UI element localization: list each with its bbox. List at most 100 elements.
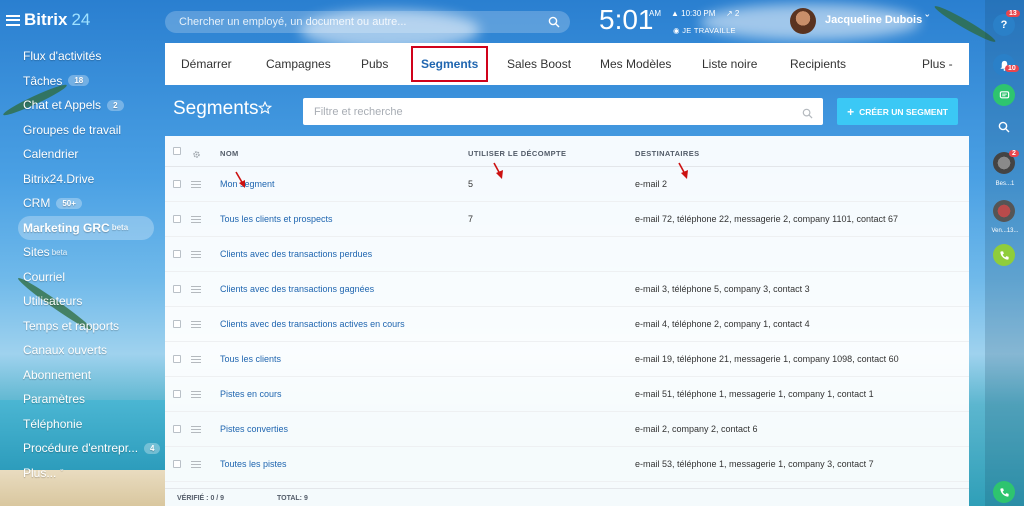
sidebar-item-label: Courriel [23, 269, 66, 284]
row-checkbox[interactable] [173, 320, 181, 328]
row-checkbox[interactable] [173, 285, 181, 293]
row-checkbox[interactable] [173, 215, 181, 223]
help-button[interactable]: ? [993, 14, 1015, 36]
drag-handle-icon[interactable] [191, 391, 201, 398]
table-row[interactable]: Pistes en cours e-mail 51, téléphone 1, … [165, 377, 969, 412]
sidebar-item-users[interactable]: Utilisateurs [0, 289, 160, 314]
gear-icon[interactable] [192, 146, 201, 164]
select-all-checkbox[interactable] [173, 147, 181, 155]
sidebar-item-label: Abonnement [23, 367, 92, 382]
table-row[interactable]: Clients avec des transactions actives en… [165, 307, 969, 342]
segment-name-link[interactable]: Clients avec des transactions perdues [220, 249, 372, 259]
sidebar-item-label: Calendrier [23, 147, 79, 162]
segment-recipients: e-mail 3, téléphone 5, company 3, contac… [635, 284, 810, 294]
sidebar-item-chat[interactable]: Chat et Appels 2 [0, 93, 160, 118]
chat-button[interactable] [993, 84, 1015, 106]
segment-name-link[interactable]: Toutes les pistes [220, 459, 287, 469]
sidebar-item-label: Temps et rapports [23, 318, 120, 333]
filter-search[interactable] [303, 98, 823, 125]
tab-campaigns[interactable]: Campagnes [266, 43, 331, 85]
sidebar-item-telephony[interactable]: Téléphonie [0, 412, 160, 437]
table-row[interactable]: Tous les clients et prospects 7 e-mail 7… [165, 202, 969, 237]
table-row[interactable]: Tous les clients e-mail 19, téléphone 21… [165, 342, 969, 377]
tab-sales-boost[interactable]: Sales Boost [507, 43, 571, 85]
recent-chat-avatar[interactable] [993, 200, 1015, 222]
drag-handle-icon[interactable] [191, 321, 201, 328]
sidebar-item-label: Canaux ouverts [23, 343, 108, 358]
segment-name-link[interactable]: Pistes converties [220, 424, 288, 434]
segment-name-link[interactable]: Clients avec des transactions gagnées [220, 284, 374, 294]
drag-handle-icon[interactable] [191, 356, 201, 363]
annotation-arrow-icon [493, 162, 503, 179]
sidebar-item-crm[interactable]: CRM 50+ [0, 191, 160, 216]
sidebar-item-drive[interactable]: Bitrix24.Drive [0, 167, 160, 192]
tab-start[interactable]: Démarrer [181, 43, 232, 85]
clock-time[interactable]: 5:01 [599, 4, 654, 36]
sidebar-item-subscription[interactable]: Abonnement [0, 363, 160, 388]
filter-search-input[interactable] [303, 98, 823, 125]
search-icon[interactable] [548, 15, 560, 33]
phone-button[interactable] [993, 481, 1015, 503]
table-row[interactable]: Clients avec des transactions perdues [165, 237, 969, 272]
sidebar-item-settings[interactable]: Paramètres [0, 387, 160, 412]
global-search[interactable] [165, 11, 570, 33]
create-segment-button[interactable]: + CRÉER UN SEGMENT [837, 98, 958, 125]
drag-handle-icon[interactable] [191, 181, 201, 188]
sidebar-item-activity-stream[interactable]: Flux d'activités [0, 44, 160, 69]
annotation-arrow-icon [678, 162, 688, 179]
tab-ads[interactable]: Pubs [361, 43, 388, 85]
sidebar-item-calendar[interactable]: Calendrier [0, 142, 160, 167]
table-row[interactable]: Clients avec des transactions gagnées e-… [165, 272, 969, 307]
table-row[interactable]: Toutes les pistes e-mail 53, téléphone 1… [165, 447, 969, 482]
table-row[interactable]: Mon segment 5 e-mail 2 [165, 167, 969, 202]
search-button[interactable] [993, 116, 1015, 138]
tab-templates[interactable]: Mes Modèles [600, 43, 671, 85]
row-checkbox[interactable] [173, 390, 181, 398]
user-menu[interactable]: Jacqueline Dubois ˇ [825, 14, 929, 26]
drag-handle-icon[interactable] [191, 286, 201, 293]
sidebar-item-time-reports[interactable]: Temps et rapports [0, 314, 160, 339]
menu-icon[interactable] [6, 14, 20, 26]
segment-name-link[interactable]: Tous les clients [220, 354, 281, 364]
logo[interactable]: Bitrix 24 [6, 10, 90, 30]
avatar[interactable] [790, 8, 816, 34]
row-checkbox[interactable] [173, 355, 181, 363]
drag-handle-icon[interactable] [191, 251, 201, 258]
column-header-count[interactable]: UTILISER LE DÉCOMPTE [468, 149, 566, 158]
table-footer: VÉRIFIÉ : 0 / 9 TOTAL: 9 [165, 488, 969, 506]
sidebar-item-workflows[interactable]: Procédure d'entrepr... 4 [0, 436, 161, 461]
drag-handle-icon[interactable] [191, 216, 201, 223]
segment-name-link[interactable]: Pistes en cours [220, 389, 282, 399]
global-search-input[interactable] [165, 11, 570, 33]
sidebar-item-mail[interactable]: Courriel [0, 265, 160, 290]
drag-handle-icon[interactable] [191, 461, 201, 468]
work-status[interactable]: ◉ JE TRAVAILLE [673, 26, 736, 35]
tab-segments[interactable]: Segments [411, 46, 489, 82]
sidebar-item-workgroups[interactable]: Groupes de travail [0, 118, 160, 143]
sidebar-item-marketing[interactable]: Marketing GRC beta [18, 215, 154, 240]
sidebar-item-tasks[interactable]: Tâches 18 [0, 69, 160, 94]
segment-name-link[interactable]: Tous les clients et prospects [220, 214, 333, 224]
star-icon[interactable] [257, 100, 273, 120]
segment-recipients: e-mail 72, téléphone 22, messagerie 2, c… [635, 214, 898, 224]
table-row[interactable]: Pistes converties e-mail 2, company 2, c… [165, 412, 969, 447]
call-button[interactable] [993, 244, 1015, 266]
tab-blacklist[interactable]: Liste noire [702, 43, 757, 85]
tab-more[interactable]: Plus - [922, 43, 953, 85]
chat-icon [999, 90, 1009, 98]
tab-recipients[interactable]: Recipients [790, 43, 846, 85]
row-checkbox[interactable] [173, 425, 181, 433]
plus-icon: + [847, 104, 855, 119]
sidebar-item-more[interactable]: Plus... ˇ [0, 461, 160, 486]
column-header-recipients[interactable]: DESTINATAIRES [635, 149, 700, 158]
row-checkbox[interactable] [173, 180, 181, 188]
segment-name-link[interactable]: Clients avec des transactions actives en… [220, 319, 405, 329]
sidebar-item-open-channels[interactable]: Canaux ouverts [0, 338, 160, 363]
row-checkbox[interactable] [173, 460, 181, 468]
row-checkbox[interactable] [173, 250, 181, 258]
sidebar-item-sites[interactable]: Sites beta [0, 240, 160, 265]
search-icon[interactable] [802, 106, 813, 124]
sidebar-item-label: Paramètres [23, 392, 86, 407]
drag-handle-icon[interactable] [191, 426, 201, 433]
column-header-name[interactable]: NOM [220, 149, 239, 158]
